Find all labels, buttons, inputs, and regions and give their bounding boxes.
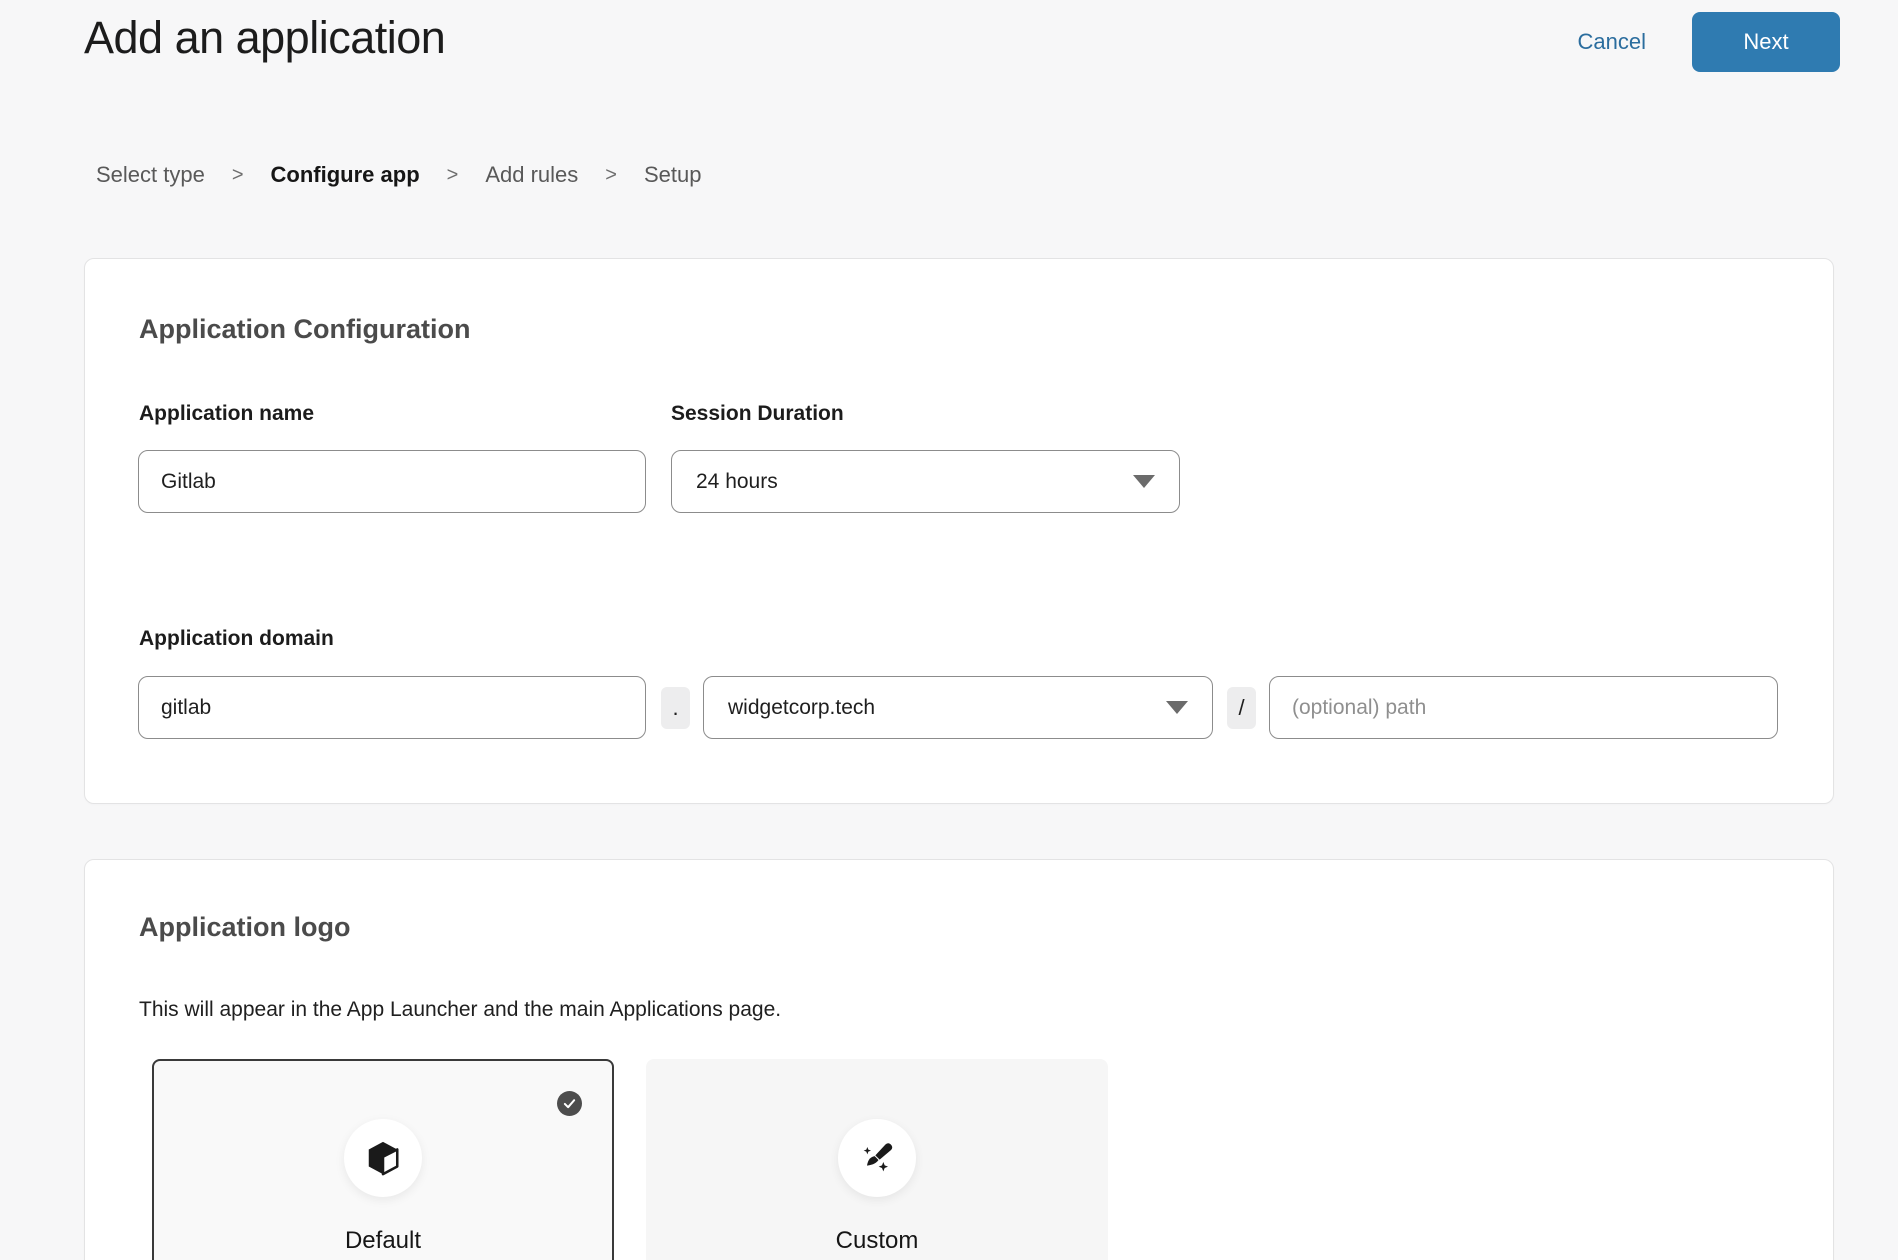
page-title: Add an application (84, 12, 445, 64)
domain-select[interactable]: widgetcorp.tech (703, 676, 1213, 739)
cancel-button[interactable]: Cancel (1578, 29, 1646, 55)
step-configure-app[interactable]: Configure app (271, 162, 420, 188)
step-setup[interactable]: Setup (644, 162, 702, 188)
domain-value: widgetcorp.tech (728, 696, 875, 720)
breadcrumb-separator: > (232, 164, 244, 187)
wizard-breadcrumb: Select type > Configure app > Add rules … (96, 162, 701, 188)
logo-option-default[interactable]: Default (152, 1059, 614, 1260)
application-name-input[interactable] (138, 450, 646, 513)
paintbrush-icon (857, 1138, 897, 1178)
application-name-label: Application name (139, 402, 314, 426)
session-duration-value: 24 hours (696, 470, 778, 494)
chevron-down-icon (1133, 475, 1155, 488)
header-actions: Cancel Next (1578, 12, 1840, 72)
session-duration-label: Session Duration (671, 402, 844, 426)
custom-logo-circle (838, 1119, 916, 1197)
application-logo-card: Application logo This will appear in the… (84, 859, 1834, 1260)
step-select-type[interactable]: Select type (96, 162, 205, 188)
application-logo-heading: Application logo (139, 912, 350, 943)
application-domain-label: Application domain (139, 627, 334, 651)
path-input[interactable] (1269, 676, 1778, 739)
logo-option-custom[interactable]: Custom (646, 1059, 1108, 1260)
subdomain-input[interactable] (138, 676, 646, 739)
application-logo-description: This will appear in the App Launcher and… (139, 998, 781, 1022)
chevron-down-icon (1166, 701, 1188, 714)
application-configuration-card: Application Configuration Application na… (84, 258, 1834, 804)
default-logo-circle (344, 1119, 422, 1197)
logo-option-label: Custom (648, 1227, 1106, 1255)
application-configuration-heading: Application Configuration (139, 314, 470, 345)
next-button[interactable]: Next (1692, 12, 1840, 72)
selected-check-icon (557, 1091, 582, 1116)
step-add-rules[interactable]: Add rules (485, 162, 578, 188)
slash-separator: / (1227, 687, 1256, 729)
breadcrumb-separator: > (605, 164, 617, 187)
dot-separator: . (661, 687, 690, 729)
session-duration-select[interactable]: 24 hours (671, 450, 1180, 513)
breadcrumb-separator: > (447, 164, 459, 187)
logo-option-label: Default (154, 1227, 612, 1255)
cube-icon (364, 1139, 402, 1177)
